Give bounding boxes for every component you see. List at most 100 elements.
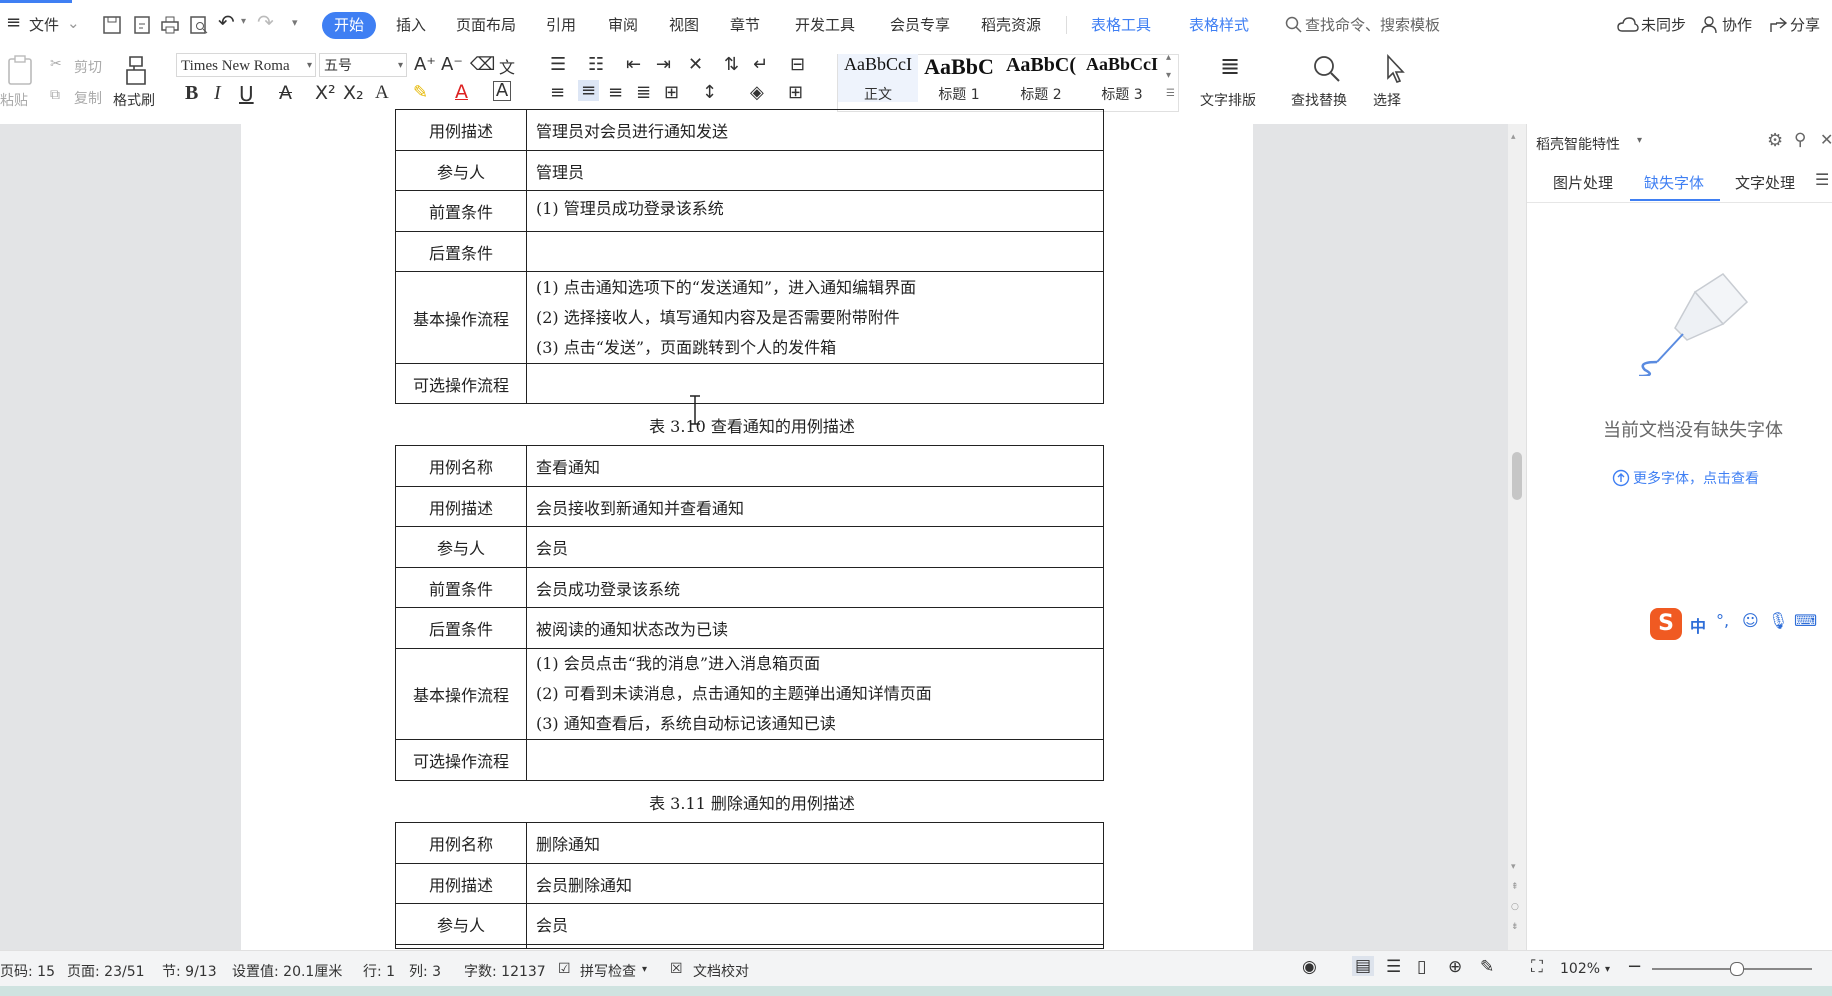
table-cell-steps[interactable]: (1) 会员点击“我的消息”进入消息箱页面 (2) 可看到未读消息，点击通知的主题… (526, 648, 1104, 740)
fit-page-icon[interactable]: ⛶ (1531, 957, 1543, 977)
tab-start[interactable]: 开始 (322, 12, 376, 39)
italic-icon[interactable]: I (214, 82, 221, 105)
table-cell-label[interactable]: 可选操作流程 (395, 739, 527, 781)
underline-icon[interactable]: U (239, 82, 254, 106)
undo-icon[interactable]: ↶ (218, 10, 235, 34)
align-left-icon[interactable]: ≡ (550, 82, 565, 103)
paste-button[interactable]: 粘贴 (0, 90, 28, 110)
table-cell-value[interactable]: 被阅读的通知状态改为已读 (526, 607, 1104, 649)
ime-keyboard-icon[interactable]: ⌨ (1794, 611, 1817, 630)
status-setting[interactable]: 设置值: 20.1厘米 (232, 961, 342, 981)
ime-emoji-icon[interactable]: ☺ (1742, 611, 1759, 630)
zoom-level[interactable]: 102% (1560, 961, 1600, 977)
table-cell-label[interactable]: 参与人 (395, 903, 527, 945)
more-styles-icon[interactable]: ☰ (1166, 88, 1175, 99)
ime-lang-indicator[interactable]: 中 (1690, 613, 1706, 637)
justify-icon[interactable]: ≣ (636, 82, 651, 103)
select-button[interactable]: 选择 (1373, 90, 1401, 110)
style-heading-1[interactable]: AaBbC 标题 1 (918, 54, 1000, 103)
table-cell-label[interactable]: 后置条件 (395, 607, 527, 649)
table-cell-label[interactable]: 参与人 (395, 526, 527, 568)
ime-voice-icon[interactable]: 🎙 (1768, 611, 1788, 630)
table-cell-label[interactable]: 基本操作流程 (395, 648, 527, 740)
redo-icon[interactable]: ↷ (257, 10, 274, 34)
chevron-down-icon[interactable]: ⌄ (67, 14, 80, 32)
highlight-icon[interactable]: ✎ (413, 82, 428, 103)
tab-table-style[interactable]: 表格样式 (1189, 14, 1249, 35)
strikethrough-icon[interactable]: A (279, 82, 292, 104)
table-cell-value[interactable]: 会员接收到新通知并查看通知 (526, 486, 1104, 527)
table-cell-steps[interactable]: (1) 点击通知选项下的“发送通知”，进入通知编辑界面 (2) 选择接收人，填写通… (526, 271, 1104, 364)
more-fonts-link[interactable]: 更多字体，点击查看 (1633, 468, 1759, 488)
table-cell-value[interactable] (526, 739, 1104, 781)
decrease-font-icon[interactable]: A⁻ (441, 54, 463, 75)
table-cell-label[interactable]: 可选操作流程 (395, 363, 527, 404)
next-page-icon[interactable]: ⇟ (1511, 922, 1519, 932)
write-view-icon[interactable]: ✎ (1480, 957, 1494, 977)
customize-toolbar-icon[interactable]: ▾ (292, 16, 298, 29)
table-cell-label[interactable]: 用例描述 (395, 109, 527, 151)
print-icon[interactable] (160, 15, 180, 35)
font-size-select[interactable]: 五号 ▾ (319, 53, 407, 77)
table-cell-label[interactable]: 后置条件 (395, 231, 527, 272)
tab-insert[interactable]: 插入 (396, 14, 426, 35)
table-cell-value[interactable] (526, 231, 1104, 272)
tab-docer-resources[interactable]: 稻壳资源 (981, 14, 1041, 35)
tab-page-layout[interactable]: 页面布局 (456, 14, 516, 35)
panel-tab-text[interactable]: 文字处理 (1735, 172, 1795, 193)
sogou-logo-icon[interactable]: S (1650, 608, 1682, 640)
table-cell-value[interactable]: 管理员 (526, 150, 1104, 191)
panel-tab-image[interactable]: 图片处理 (1553, 172, 1613, 193)
print-preview-icon[interactable] (189, 15, 209, 35)
increase-indent-icon[interactable]: ⇥ (656, 54, 671, 75)
table-cell-value[interactable]: (1) 管理员成功登录该系统 (526, 190, 1104, 232)
table-cell-label[interactable]: 用例描述 (395, 486, 527, 527)
eye-protection-icon[interactable]: ◉ (1302, 957, 1317, 977)
table-caption[interactable]: 表 3.10 查看通知的用例描述 (395, 413, 1109, 437)
table-cell-label[interactable]: 用例描述 (395, 863, 527, 904)
status-section[interactable]: 节: 9/13 (162, 961, 217, 981)
scroll-up-icon[interactable]: ▴ (1511, 132, 1516, 142)
save-as-icon[interactable] (132, 15, 152, 35)
scroll-down-icon[interactable]: ▾ (1511, 862, 1516, 872)
panel-menu-icon[interactable]: ☰ (1815, 170, 1829, 189)
table-cell-value[interactable]: 会员 (526, 903, 1104, 945)
table-caption[interactable]: 表 3.11 删除通知的用例描述 (395, 790, 1109, 814)
tab-stops-icon[interactable]: ⊟ (790, 54, 805, 75)
decrease-indent-icon[interactable]: ⇤ (626, 54, 641, 75)
status-page[interactable]: 页面: 23/51 (67, 961, 145, 981)
tab-member[interactable]: 会员专享 (890, 14, 950, 35)
chevron-down-icon[interactable]: ▾ (642, 964, 647, 975)
table-cell-value[interactable]: 会员删除通知 (526, 863, 1104, 904)
text-effect-icon[interactable]: A (375, 82, 389, 104)
outline-view-icon[interactable]: ☰ (1386, 957, 1401, 977)
table-cell-label[interactable]: 用例名称 (395, 445, 527, 487)
hamburger-icon[interactable]: ≡ (6, 12, 21, 33)
tab-references[interactable]: 引用 (546, 14, 576, 35)
tab-review[interactable]: 审阅 (608, 14, 638, 35)
panel-tab-missing-fonts[interactable]: 缺失字体 (1644, 172, 1704, 193)
tab-chapter[interactable]: 章节 (730, 14, 760, 35)
table-cell-value[interactable] (526, 363, 1104, 404)
font-name-select[interactable]: Times New Roma ▾ (176, 53, 316, 77)
borders-icon[interactable]: ⊞ (788, 82, 803, 103)
sort-icon[interactable]: ⇅ (724, 54, 739, 75)
browse-object-icon[interactable]: ○ (1511, 902, 1519, 912)
doc-proof-button[interactable]: 文档校对 (693, 961, 749, 981)
page-view-icon[interactable]: ▤ (1352, 956, 1375, 976)
table-cell-label[interactable]: 用例名称 (395, 822, 527, 864)
status-word-count[interactable]: 字数: 12137 (464, 961, 546, 981)
close-icon[interactable]: ✕ (1820, 130, 1832, 149)
table-cell-value[interactable]: 查看通知 (526, 445, 1104, 487)
file-menu[interactable]: 文件 (29, 14, 59, 35)
superscript-icon[interactable]: X² (315, 82, 336, 104)
ime-punctuation-icon[interactable]: °, (1716, 611, 1729, 630)
bold-icon[interactable]: B (185, 82, 198, 105)
previous-page-icon[interactable]: ⇞ (1511, 882, 1519, 892)
tab-developer[interactable]: 开发工具 (795, 14, 855, 35)
chevron-down-icon[interactable]: ▾ (1605, 964, 1610, 975)
table-cell-value[interactable]: 管理员对会员进行通知发送 (526, 109, 1104, 151)
phonetic-guide-icon[interactable]: 文 (499, 54, 515, 78)
zoom-slider-thumb[interactable] (1730, 962, 1744, 976)
table-cell-label[interactable]: 参与人 (395, 150, 527, 191)
